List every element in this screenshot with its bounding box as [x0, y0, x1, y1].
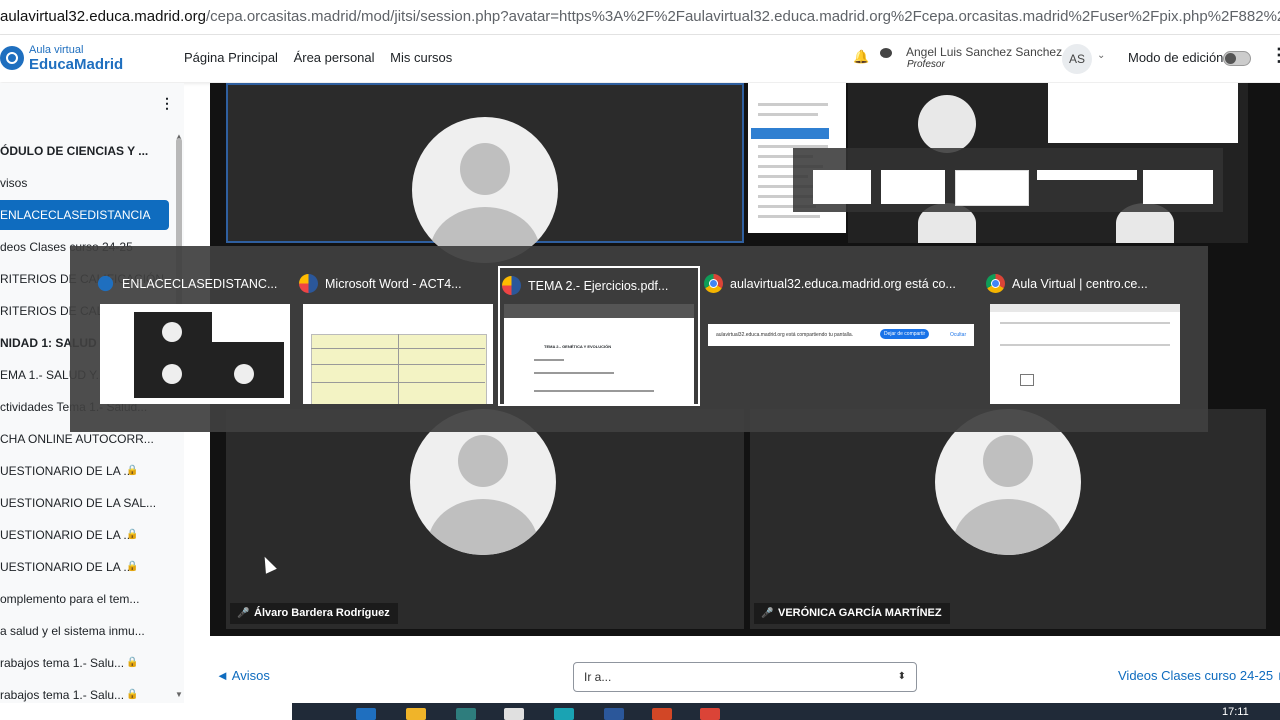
participant-name: Álvaro Bardera Rodríguez	[254, 607, 390, 619]
sidebar-item[interactable]: visos	[0, 175, 172, 191]
participant-name-tag: 🎤 Álvaro Bardera Rodríguez	[230, 603, 398, 624]
chrome-icon	[704, 274, 723, 293]
sidebar-item[interactable]: rabajos tema 1.- Salu...	[0, 655, 172, 671]
window-preview	[990, 304, 1180, 404]
select-value: Ir a...	[584, 670, 612, 684]
logo-big-text: EducaMadrid	[29, 56, 124, 73]
lock-icon: 🔒	[126, 561, 139, 572]
chat-icon[interactable]	[880, 48, 892, 58]
educamadrid-logo-icon	[0, 46, 24, 70]
jump-to-select[interactable]: Ir a... ⬍	[573, 662, 917, 692]
more-icon[interactable]: ⋮	[1270, 45, 1280, 66]
user-role: Profesor	[907, 59, 945, 70]
nested-window-switcher	[793, 148, 1223, 212]
edit-mode-toggle[interactable]	[1223, 51, 1251, 66]
participant-name: VERÓNICA GARCÍA MARTÍNEZ	[778, 607, 942, 619]
lock-icon: 🔒	[126, 657, 139, 668]
taskbar-search-box[interactable]	[0, 703, 292, 720]
scroll-down-icon[interactable]: ▼	[175, 690, 183, 699]
window-thumbnail-selected[interactable]: TEMA 2.- Ejercicios.pdf... TEMA 2.- GENÉ…	[498, 266, 700, 406]
primary-nav: Página Principal Área personal Mis curso…	[184, 50, 464, 65]
sidebar-item[interactable]: omplemento para el tem...	[0, 591, 172, 607]
nav-mis-cursos[interactable]: Mis cursos	[390, 50, 452, 65]
chrome-icon[interactable]	[700, 708, 720, 720]
sidebar-item[interactable]: ÓDULO DE CIENCIAS Y ...	[0, 143, 172, 159]
bell-icon[interactable]: 🔔	[853, 49, 869, 65]
app-icon[interactable]	[504, 708, 524, 720]
avatar[interactable]: AS	[1062, 44, 1092, 74]
window-title: TEMA 2.- Ejercicios.pdf...	[528, 279, 669, 293]
sidebar-item[interactable]: UESTIONARIO DE LA ...	[0, 559, 172, 575]
app-icon[interactable]	[554, 708, 574, 720]
word-icon[interactable]	[604, 708, 624, 720]
windows-taskbar: 17:11	[0, 703, 1280, 720]
lock-icon: 🔒	[126, 529, 139, 540]
avatar-placeholder	[412, 117, 558, 263]
taskbar-clock[interactable]: 17:11	[1222, 706, 1249, 718]
hide-button[interactable]: Ocultar	[950, 332, 966, 338]
mic-muted-icon: 🎤	[761, 608, 774, 619]
window-title: Aula Virtual | centro.ce...	[1012, 277, 1148, 291]
chevron-down-icon[interactable]: ⌄	[1097, 50, 1105, 61]
stop-sharing-button[interactable]: Dejar de compartir	[880, 329, 930, 339]
document-heading: TEMA 2.- GENÉTICA Y EVOLUCIÓN	[544, 344, 612, 349]
chevron-updown-icon: ⬍	[897, 671, 906, 682]
sidebar-item[interactable]: CHA ONLINE AUTOCORR...	[0, 431, 172, 447]
edge-icon[interactable]	[356, 708, 376, 720]
sidebar-item[interactable]: ENLACECLASEDISTANCIA	[0, 200, 169, 230]
window-title: ENLACECLASEDISTANC...	[122, 277, 278, 291]
top-navbar: Aula virtual EducaMadrid Página Principa…	[0, 35, 1280, 82]
window-title: aulavirtual32.educa.madrid.org está co..…	[730, 277, 956, 291]
sidebar-item[interactable]: UESTIONARIO DE LA ...	[0, 463, 172, 479]
logo-small-text: Aula virtual	[29, 44, 84, 56]
window-preview: TEMA 2.- GENÉTICA Y EVOLUCIÓN	[504, 304, 694, 404]
window-preview	[303, 304, 493, 404]
url-host: aulavirtual32.educa.madrid.org	[0, 8, 206, 25]
participant-tile[interactable]: 🎤 Álvaro Bardera Rodríguez	[226, 409, 744, 629]
user-name[interactable]: Angel Luis Sanchez Sanchez	[906, 45, 1062, 59]
nav-pagina-principal[interactable]: Página Principal	[184, 50, 278, 65]
folder-icon[interactable]	[406, 708, 426, 720]
educamadrid-icon	[96, 274, 117, 293]
address-bar[interactable]: aulavirtual32.educa.madrid.org/cepa.orca…	[0, 0, 1280, 35]
share-banner-text: aulavirtual32.educa.madrid.org está comp…	[716, 332, 854, 338]
share-banner-preview: aulavirtual32.educa.madrid.org está comp…	[708, 324, 974, 346]
app-icon[interactable]	[652, 708, 672, 720]
educamadrid-logo[interactable]: Aula virtual EducaMadrid	[0, 43, 140, 75]
more-options-icon[interactable]: ⋮	[160, 95, 174, 112]
window-thumbnail[interactable]: aulavirtual32.educa.madrid.org está co..…	[702, 266, 982, 406]
sidebar-item[interactable]: a salud y el sistema inmu...	[0, 623, 172, 639]
participant-name-tag: 🎤 VERÓNICA GARCÍA MARTÍNEZ	[754, 603, 950, 624]
edit-mode-label: Modo de edición	[1128, 50, 1224, 65]
lock-icon: 🔒	[126, 465, 139, 476]
url-path: /cepa.orcasitas.madrid/mod/jitsi/session…	[205, 8, 1280, 25]
next-activity-link[interactable]: Videos Clases curso 24-25 ►	[1118, 668, 1280, 683]
window-thumbnail[interactable]: Aula Virtual | centro.ce...	[984, 266, 1186, 406]
participant-tile[interactable]	[226, 83, 744, 263]
window-thumbnail[interactable]: Microsoft Word - ACT4...	[297, 266, 499, 406]
window-switcher: ENLACECLASEDISTANC... Microsoft Word - A…	[70, 246, 1208, 432]
nav-area-personal[interactable]: Área personal	[294, 50, 375, 65]
prev-activity-link[interactable]: ◄ Avisos	[216, 668, 270, 683]
mic-muted-icon: 🎤	[237, 608, 250, 619]
window-thumbnail[interactable]: ENLACECLASEDISTANC...	[94, 266, 296, 406]
chrome-icon	[986, 274, 1005, 293]
sidebar-item[interactable]: UESTIONARIO DE LA ...	[0, 527, 172, 543]
window-title: Microsoft Word - ACT4...	[325, 277, 462, 291]
participant-tile[interactable]: 🎤 VERÓNICA GARCÍA MARTÍNEZ	[750, 409, 1266, 629]
window-preview	[100, 304, 290, 404]
sidebar-item[interactable]: UESTIONARIO DE LA SAL...	[0, 495, 172, 511]
word-icon	[299, 274, 318, 293]
lock-icon: 🔒	[126, 689, 139, 700]
word-icon	[502, 276, 521, 295]
sidebar-item[interactable]: rabajos tema 1.- Salu...	[0, 687, 172, 703]
app-icon[interactable]	[456, 708, 476, 720]
